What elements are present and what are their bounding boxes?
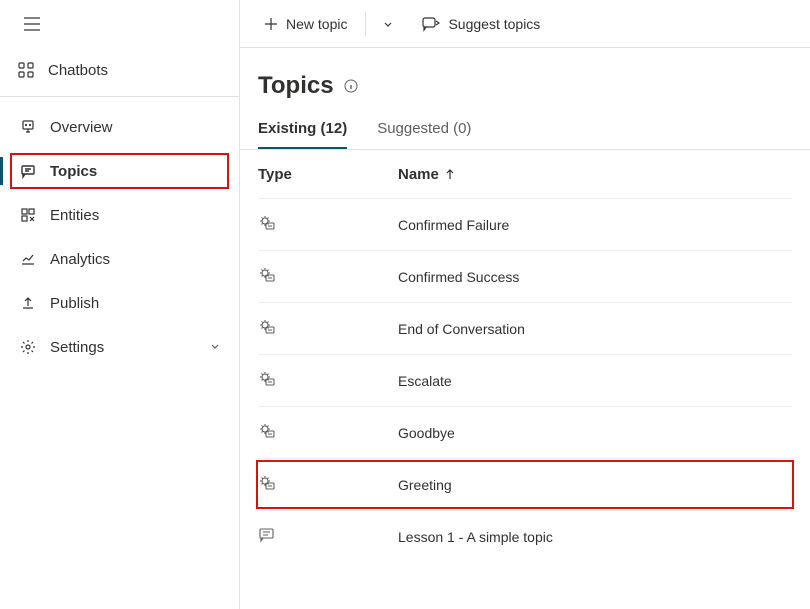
sidebar-item-settings[interactable]: Settings	[0, 325, 239, 369]
row-name-cell: Lesson 1 - A simple topic	[398, 529, 792, 545]
row-type-cell	[258, 422, 398, 443]
table-row[interactable]: Greeting	[258, 458, 792, 510]
topic-name: End of Conversation	[398, 321, 525, 337]
button-label: Suggest topics	[448, 16, 540, 32]
table-row[interactable]: Goodbye	[258, 406, 792, 458]
topic-name: Lesson 1 - A simple topic	[398, 529, 553, 545]
sidebar: Chatbots Overview Topics Entities Analyt…	[0, 0, 240, 609]
table-header: Type Name	[258, 150, 792, 198]
row-type-cell	[258, 474, 398, 495]
topic-name: Escalate	[398, 373, 452, 389]
button-label: New topic	[286, 16, 347, 32]
page-title-row: Topics	[240, 48, 810, 110]
entities-icon	[20, 207, 36, 223]
gear-icon	[20, 339, 36, 355]
table-row[interactable]: Confirmed Failure	[258, 198, 792, 250]
system-topic-icon	[258, 427, 276, 443]
topics-table: Type Name Confirmed Failure Confirmed Suc…	[240, 150, 810, 562]
user-topic-icon	[258, 531, 276, 547]
tab-suggested[interactable]: Suggested (0)	[377, 120, 471, 149]
system-topic-icon	[258, 323, 276, 339]
sidebar-item-chatbots[interactable]: Chatbots	[0, 48, 239, 92]
row-name-cell: Goodbye	[398, 425, 792, 441]
system-topic-icon	[258, 219, 276, 235]
sidebar-item-publish[interactable]: Publish	[0, 281, 239, 325]
table-row[interactable]: Lesson 1 - A simple topic	[258, 510, 792, 562]
topic-name: Confirmed Success	[398, 269, 519, 285]
hamburger-icon	[24, 17, 40, 31]
tabs: Existing (12) Suggested (0)	[240, 110, 810, 150]
tab-existing[interactable]: Existing (12)	[258, 120, 347, 149]
toolbar: New topic Suggest topics	[240, 0, 810, 48]
sidebar-item-label: Analytics	[50, 251, 110, 268]
main-content: New topic Suggest topics Topics Existing…	[240, 0, 810, 609]
analytics-icon	[20, 251, 36, 267]
column-header-name-label: Name	[398, 166, 439, 183]
row-type-cell	[258, 370, 398, 391]
system-topic-icon	[258, 479, 276, 495]
sidebar-item-entities[interactable]: Entities	[0, 193, 239, 237]
row-type-cell	[258, 214, 398, 235]
topic-name: Confirmed Failure	[398, 217, 509, 233]
topic-name: Goodbye	[398, 425, 455, 441]
topic-name: Greeting	[398, 477, 452, 493]
row-name-cell: Greeting	[398, 477, 792, 493]
sidebar-item-label: Publish	[50, 295, 99, 312]
sidebar-divider	[0, 96, 239, 97]
system-topic-icon	[258, 271, 276, 287]
column-header-name[interactable]: Name	[398, 166, 792, 183]
column-header-type[interactable]: Type	[258, 166, 398, 183]
overview-icon	[20, 119, 36, 135]
system-topic-icon	[258, 375, 276, 391]
new-topic-button[interactable]: New topic	[258, 8, 353, 40]
row-name-cell: Escalate	[398, 373, 792, 389]
table-row[interactable]: Escalate	[258, 354, 792, 406]
table-row[interactable]: End of Conversation	[258, 302, 792, 354]
table-row[interactable]: Confirmed Success	[258, 250, 792, 302]
suggest-topics-button[interactable]: Suggest topics	[416, 8, 546, 40]
new-topic-dropdown[interactable]	[378, 8, 398, 40]
grid-icon	[18, 62, 34, 78]
sidebar-item-analytics[interactable]: Analytics	[0, 237, 239, 281]
sidebar-item-label: Settings	[50, 339, 104, 356]
sidebar-item-label: Overview	[50, 119, 113, 136]
hamburger-button[interactable]	[16, 8, 48, 40]
chevron-down-icon	[382, 18, 394, 30]
sidebar-item-topics[interactable]: Topics	[0, 149, 239, 193]
sidebar-item-label: Topics	[50, 163, 97, 180]
sidebar-item-label: Entities	[50, 207, 99, 224]
toolbar-separator	[365, 12, 366, 36]
topics-icon	[20, 163, 36, 179]
row-name-cell: Confirmed Success	[398, 269, 792, 285]
suggest-icon	[422, 16, 440, 32]
page-title: Topics	[258, 72, 334, 100]
sidebar-item-overview[interactable]: Overview	[0, 105, 239, 149]
row-name-cell: End of Conversation	[398, 321, 792, 337]
row-name-cell: Confirmed Failure	[398, 217, 792, 233]
publish-icon	[20, 295, 36, 311]
plus-icon	[264, 17, 278, 31]
chevron-down-icon	[209, 339, 221, 356]
row-type-cell	[258, 266, 398, 287]
row-type-cell	[258, 318, 398, 339]
sort-asc-icon	[445, 168, 455, 180]
sidebar-item-label: Chatbots	[48, 62, 108, 79]
info-icon[interactable]	[344, 79, 358, 93]
row-type-cell	[258, 526, 398, 547]
